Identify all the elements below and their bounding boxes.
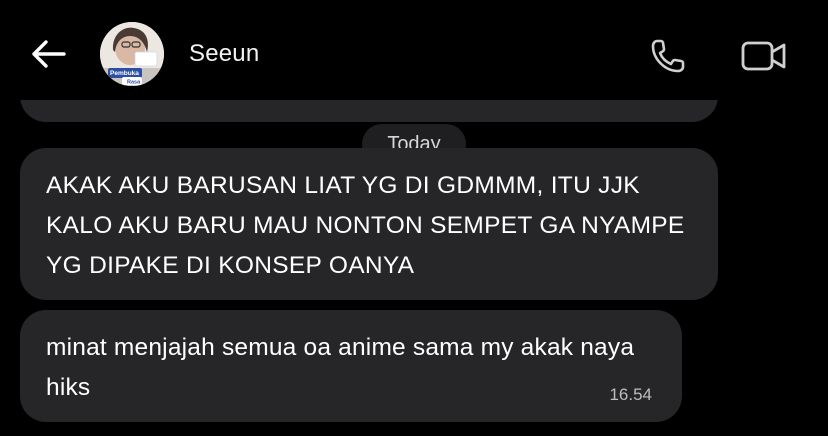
message-bubble[interactable]: minat menjajah semua oa anime sama my ak…	[20, 310, 682, 422]
avatar-caption-bottom: Rasa	[127, 80, 141, 86]
message-bubble[interactable]: AKAK AKU BARUSAN LIAT YG DI GDMMM, ITU J…	[20, 148, 718, 300]
message-text: AKAK AKU BARUSAN LIAT YG DI GDMMM, ITU J…	[46, 172, 685, 279]
avatar[interactable]: Pembuka Rasa	[100, 22, 164, 86]
chat-header: Pembuka Rasa Seeun	[0, 0, 828, 100]
message-time: 16.54	[609, 385, 652, 404]
avatar-caption-top: Pembuka	[110, 70, 139, 77]
contact-name[interactable]: Seeun	[189, 40, 259, 68]
phone-icon[interactable]	[648, 36, 688, 76]
arrow-left-icon[interactable]	[28, 36, 68, 72]
video-camera-icon[interactable]	[740, 38, 788, 74]
message-text: minat menjajah semua oa anime sama my ak…	[46, 334, 635, 401]
avatar-image: Pembuka Rasa	[100, 22, 164, 86]
